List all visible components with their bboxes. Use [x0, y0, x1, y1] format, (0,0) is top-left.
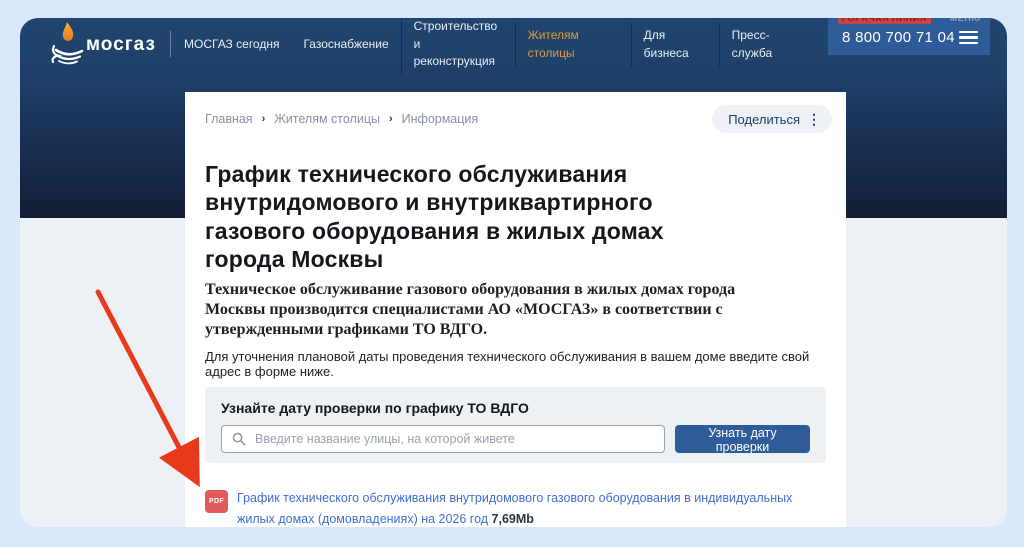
nav-item-construction[interactable]: Строительство и реконструкция — [400, 18, 513, 75]
header-divider — [170, 31, 171, 57]
breadcrumb-separator: › — [261, 113, 266, 125]
menu-label: МЕНЮ — [949, 18, 981, 23]
breadcrumb-current: Информация — [401, 112, 479, 126]
breadcrumb-residents[interactable]: Жителям столицы — [274, 112, 380, 126]
share-button-label: Поделиться — [728, 111, 800, 127]
article-note: Для уточнения плановой даты проведения т… — [205, 349, 810, 379]
site-page: мосгаз МОСГАЗ сегодня Газоснабжение Стро… — [20, 18, 1007, 527]
schedule-check-panel: Узнайте дату проверки по графику ТО ВДГО… — [205, 387, 826, 463]
mosgaz-logo[interactable]: мосгаз — [44, 19, 170, 69]
share-dots-icon: ⋮ — [807, 110, 821, 127]
street-search-box[interactable] — [221, 425, 665, 453]
logo-wordmark: мосгаз — [86, 34, 156, 55]
flame-icon — [51, 22, 84, 65]
breadcrumb-separator: › — [388, 113, 393, 125]
breadcrumb-home[interactable]: Главная — [205, 112, 253, 126]
panel-title: Узнайте дату проверки по графику ТО ВДГО — [221, 400, 529, 416]
pdf-link-text[interactable]: График технического обслуживания внутрид… — [237, 488, 809, 527]
nav-item-business[interactable]: Для бизнеса — [630, 23, 705, 66]
nav-item-residents[interactable]: Жителям столицы — [514, 23, 601, 66]
main-nav: МОСГАЗ сегодня Газоснабжение Строительст… — [172, 18, 795, 75]
hamburger-menu-icon[interactable] — [959, 27, 978, 49]
search-form: Узнать дату проверки — [221, 425, 810, 454]
check-date-button[interactable]: Узнать дату проверки — [675, 425, 810, 454]
nav-item-gas-supply[interactable]: Газоснабжение — [291, 32, 400, 57]
article-lead: Техническое обслуживание газового оборуд… — [205, 281, 736, 338]
breadcrumb: Главная › Жителям столицы › Информация — [205, 112, 478, 126]
nav-item-mosgaz-today[interactable]: МОСГАЗ сегодня — [172, 32, 291, 57]
hotline-phone[interactable]: 8 800 700 71 04 — [842, 29, 955, 46]
hotline-label: ГОРЯЧАЯ ЛИНИЯ — [838, 18, 931, 24]
main-header: мосгаз МОСГАЗ сегодня Газоснабжение Стро… — [20, 18, 1007, 75]
pdf-icon: PDF — [205, 490, 228, 513]
page-title: График технического обслуживания внутрид… — [205, 161, 664, 272]
hotline-box: ГОРЯЧАЯ ЛИНИЯ МЕНЮ 8 800 700 71 04 — [828, 18, 990, 55]
pdf-file-size: 7,69Mb — [491, 512, 534, 526]
share-button[interactable]: Поделиться ⋮ — [712, 105, 832, 133]
search-icon — [232, 432, 246, 446]
article-card: Главная › Жителям столицы › Информация П… — [185, 92, 846, 527]
pdf-document-link[interactable]: PDF График технического обслуживания вну… — [205, 488, 810, 527]
nav-item-press[interactable]: Пресс-служба — [718, 23, 795, 66]
street-search-input[interactable] — [253, 431, 654, 447]
